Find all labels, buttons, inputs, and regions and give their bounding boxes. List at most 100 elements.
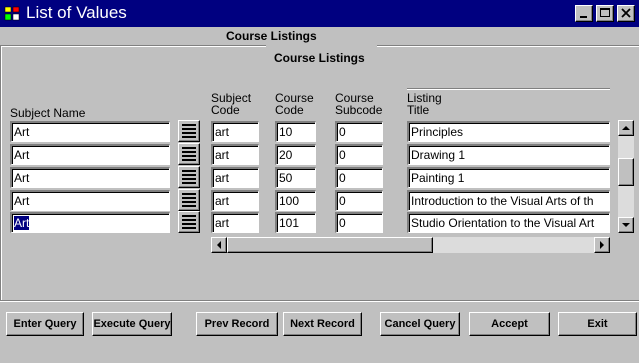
vertical-scroll-thumb[interactable] bbox=[618, 158, 634, 186]
subject-name-field[interactable]: Art bbox=[10, 167, 170, 188]
subject-name-value: Art bbox=[14, 171, 30, 185]
col-course-subcode: Course Subcode bbox=[335, 92, 382, 116]
course-code-field[interactable]: 101 bbox=[275, 212, 316, 233]
subject-name-field[interactable]: Art bbox=[10, 121, 170, 142]
subject-code-field[interactable]: art bbox=[211, 190, 259, 211]
col-subject-name: Subject Name bbox=[10, 106, 86, 120]
subject-code-value: art bbox=[215, 148, 230, 162]
arrow-down-icon bbox=[622, 223, 630, 227]
arrow-right-icon bbox=[600, 241, 604, 249]
list-of-values-icon bbox=[182, 215, 196, 229]
course-code-value: 20 bbox=[279, 148, 293, 162]
window-title: List of Values bbox=[26, 3, 127, 22]
subject-code-field[interactable]: art bbox=[211, 144, 259, 165]
minimize-button[interactable] bbox=[575, 5, 593, 22]
listing-title-value: Principles bbox=[411, 125, 464, 139]
frame-bottom-line bbox=[0, 300, 639, 302]
listing-title-field[interactable]: Painting 1 bbox=[407, 167, 610, 188]
execute-query-button[interactable]: Execute Query bbox=[92, 312, 172, 336]
close-icon bbox=[621, 8, 631, 18]
arrow-left-icon bbox=[217, 241, 221, 249]
app-icon[interactable] bbox=[4, 5, 21, 22]
horizontal-scroll-thumb[interactable] bbox=[227, 237, 433, 253]
subject-name-value: Art bbox=[14, 216, 30, 230]
listing-title-value: Painting 1 bbox=[411, 171, 465, 185]
col-subject-code: Subject Code bbox=[211, 92, 251, 116]
listing-title-rule bbox=[407, 88, 610, 90]
subject-name-value: Art bbox=[14, 148, 30, 162]
course-code-value: 100 bbox=[279, 194, 300, 208]
col-course-code-line2: Code bbox=[275, 103, 304, 117]
col-course-code: Course Code bbox=[275, 92, 314, 116]
next-record-button[interactable]: Next Record bbox=[283, 312, 362, 336]
course-subcode-field[interactable]: 0 bbox=[335, 121, 383, 142]
scroll-left-button[interactable] bbox=[211, 237, 227, 253]
subject-name-value: Art bbox=[14, 125, 30, 139]
course-subcode-value: 0 bbox=[339, 216, 346, 230]
course-code-field[interactable]: 20 bbox=[275, 144, 316, 165]
listing-title-field[interactable]: Drawing 1 bbox=[407, 144, 610, 165]
subject-code-value: art bbox=[215, 216, 230, 230]
subject-code-value: art bbox=[215, 194, 230, 208]
subject-name-field[interactable]: Art bbox=[10, 144, 170, 165]
lov-button[interactable] bbox=[178, 143, 200, 165]
inner-heading: Course Listings bbox=[274, 51, 365, 65]
subject-code-field[interactable]: art bbox=[211, 167, 259, 188]
col-subject-code-line2: Code bbox=[211, 103, 240, 117]
list-of-values-icon bbox=[182, 124, 196, 138]
frame-left-line bbox=[0, 46, 2, 302]
enter-query-button[interactable]: Enter Query bbox=[6, 312, 84, 336]
listing-title-field[interactable]: Studio Orientation to the Visual Art bbox=[407, 212, 610, 233]
exit-button[interactable]: Exit bbox=[558, 312, 637, 336]
scroll-down-button[interactable] bbox=[618, 217, 634, 233]
course-subcode-field[interactable]: 0 bbox=[335, 212, 383, 233]
arrow-up-icon bbox=[622, 126, 630, 130]
col-listing-title-line2: Title bbox=[407, 103, 430, 117]
list-of-values-icon bbox=[182, 147, 196, 161]
course-code-field[interactable]: 10 bbox=[275, 121, 316, 142]
course-code-field[interactable]: 100 bbox=[275, 190, 316, 211]
course-subcode-field[interactable]: 0 bbox=[335, 190, 383, 211]
listing-title-field[interactable]: Principles bbox=[407, 121, 610, 142]
col-listing-title: Listing Title bbox=[407, 92, 442, 116]
course-subcode-field[interactable]: 0 bbox=[335, 167, 383, 188]
subject-code-field[interactable]: art bbox=[211, 212, 259, 233]
scroll-right-button[interactable] bbox=[594, 237, 610, 253]
lov-button[interactable] bbox=[178, 189, 200, 211]
subject-code-field[interactable]: art bbox=[211, 121, 259, 142]
listing-title-field[interactable]: Introduction to the Visual Arts of th bbox=[407, 190, 610, 211]
course-subcode-value: 0 bbox=[339, 194, 346, 208]
lov-button[interactable] bbox=[178, 166, 200, 188]
maximize-icon bbox=[600, 8, 610, 17]
cancel-query-button[interactable]: Cancel Query bbox=[380, 312, 460, 336]
scroll-up-button[interactable] bbox=[618, 120, 634, 136]
listing-title-value: Drawing 1 bbox=[411, 148, 466, 162]
course-subcode-value: 0 bbox=[339, 125, 346, 139]
subject-name-field[interactable]: Art bbox=[10, 190, 170, 211]
frame-top-left-line bbox=[0, 45, 266, 47]
lov-button[interactable] bbox=[178, 120, 200, 142]
subject-name-field[interactable]: Art bbox=[10, 212, 170, 233]
list-of-values-icon bbox=[182, 193, 196, 207]
course-code-value: 50 bbox=[279, 171, 293, 185]
minimize-icon bbox=[580, 16, 587, 18]
accept-button[interactable]: Accept bbox=[469, 312, 550, 336]
course-subcode-value: 0 bbox=[339, 148, 346, 162]
prev-record-button[interactable]: Prev Record bbox=[196, 312, 278, 336]
close-button[interactable] bbox=[617, 5, 635, 22]
lov-button[interactable] bbox=[178, 211, 200, 233]
subject-code-value: art bbox=[215, 125, 230, 139]
title-bar[interactable]: List of Values bbox=[0, 0, 639, 27]
course-code-value: 10 bbox=[279, 125, 293, 139]
listing-title-value: Studio Orientation to the Visual Art bbox=[411, 216, 595, 230]
subject-name-value: Art bbox=[14, 194, 30, 208]
col-course-subcode-line2: Subcode bbox=[335, 103, 383, 117]
course-code-field[interactable]: 50 bbox=[275, 167, 316, 188]
course-subcode-value: 0 bbox=[339, 171, 346, 185]
frame-top-right-line bbox=[377, 45, 639, 47]
outer-heading: Course Listings bbox=[226, 29, 317, 43]
list-of-values-icon bbox=[182, 170, 196, 184]
course-subcode-field[interactable]: 0 bbox=[335, 144, 383, 165]
maximize-button[interactable] bbox=[596, 5, 614, 22]
course-code-value: 101 bbox=[279, 216, 300, 230]
